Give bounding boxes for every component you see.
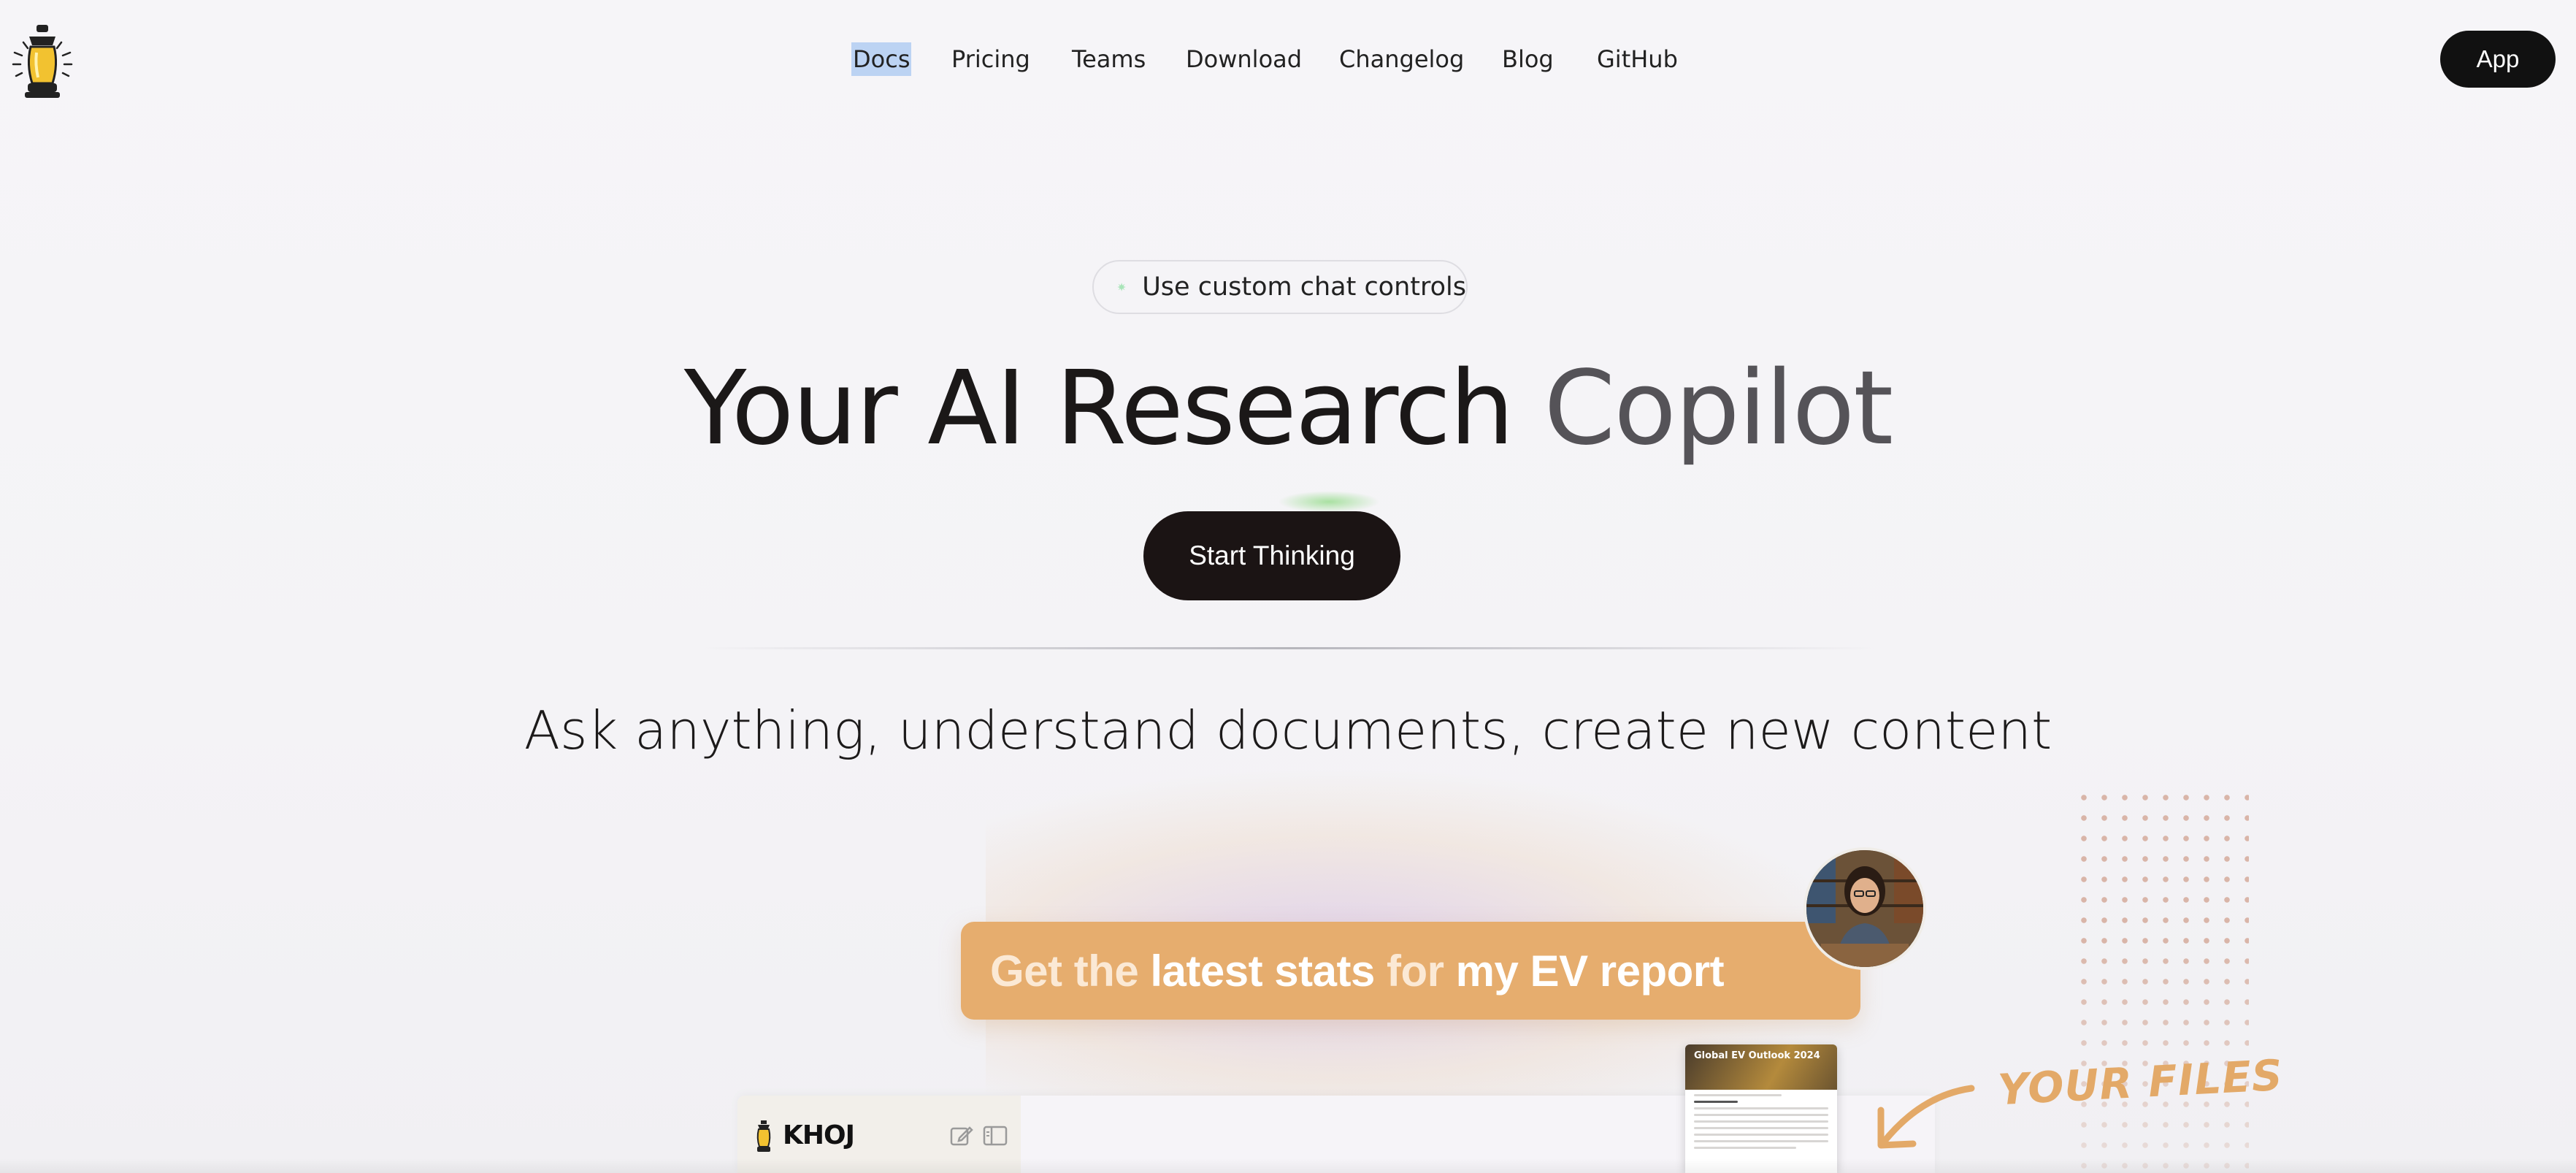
document-title: Global EV Outlook 2024 [1694, 1050, 1820, 1061]
doc-text-line [1694, 1120, 1828, 1123]
divider [701, 647, 1877, 649]
feature-badge[interactable]: Use custom chat controls [1092, 260, 1468, 314]
nav-docs[interactable]: Docs [851, 42, 912, 76]
doc-text-line [1694, 1147, 1796, 1149]
lantern-logo-icon [756, 1120, 771, 1152]
demo-prompt-bubble: Get the latest stats for my EV report [961, 922, 1860, 1020]
start-thinking-button[interactable]: Start Thinking [1143, 511, 1400, 600]
doc-text-line [1694, 1140, 1828, 1142]
badge-label: Use custom chat controls [1142, 272, 1466, 302]
hero-title-light: Copilot [1544, 349, 1894, 468]
hero-title: Your AI Research Copilot [0, 347, 2576, 471]
app-button[interactable]: App [2440, 31, 2556, 88]
cta-glow [1278, 491, 1380, 513]
nav-download[interactable]: Download [1186, 42, 1302, 76]
doc-text-line [1694, 1127, 1828, 1129]
prompt-part: latest stats [1150, 946, 1375, 996]
hero-title-dark: Your AI Research [683, 349, 1514, 468]
nav-blog[interactable]: Blog [1502, 42, 1554, 76]
edit-icon[interactable] [949, 1125, 974, 1147]
nav-changelog[interactable]: Changelog [1339, 42, 1464, 76]
prompt-part: for [1374, 946, 1456, 996]
user-avatar [1803, 847, 1926, 970]
khoj-brand: KHOJ [783, 1120, 855, 1150]
dot-pattern [2074, 787, 2249, 1173]
top-nav: Docs Pricing Teams Download Changelog Bl… [0, 35, 2576, 83]
nav-github[interactable]: GitHub [1597, 42, 1678, 76]
prompt-part: Get the [990, 946, 1151, 996]
doc-text-line [1694, 1094, 1782, 1096]
document-cover: Global EV Outlook 2024 [1685, 1044, 1837, 1090]
doc-text-line [1694, 1107, 1828, 1109]
doc-text-line [1694, 1101, 1738, 1103]
sidebar-icon[interactable] [983, 1125, 1008, 1147]
document-card: Global EV Outlook 2024 [1685, 1044, 1837, 1173]
arrow-icon [1877, 1085, 1975, 1149]
prompt-part: my EV report [1455, 946, 1725, 996]
bottom-shade [0, 1158, 2576, 1173]
doc-text-line [1694, 1114, 1828, 1116]
nav-pricing[interactable]: Pricing [951, 42, 1030, 76]
sparkle-icon [1117, 283, 1126, 291]
avatar-portrait [1806, 850, 1923, 967]
nav-teams[interactable]: Teams [1072, 42, 1146, 76]
doc-text-line [1694, 1134, 1828, 1136]
hero-subtitle: Ask anything, understand documents, crea… [524, 700, 2052, 761]
demo-prompt-text: Get the latest stats for my EV report [990, 946, 1725, 996]
